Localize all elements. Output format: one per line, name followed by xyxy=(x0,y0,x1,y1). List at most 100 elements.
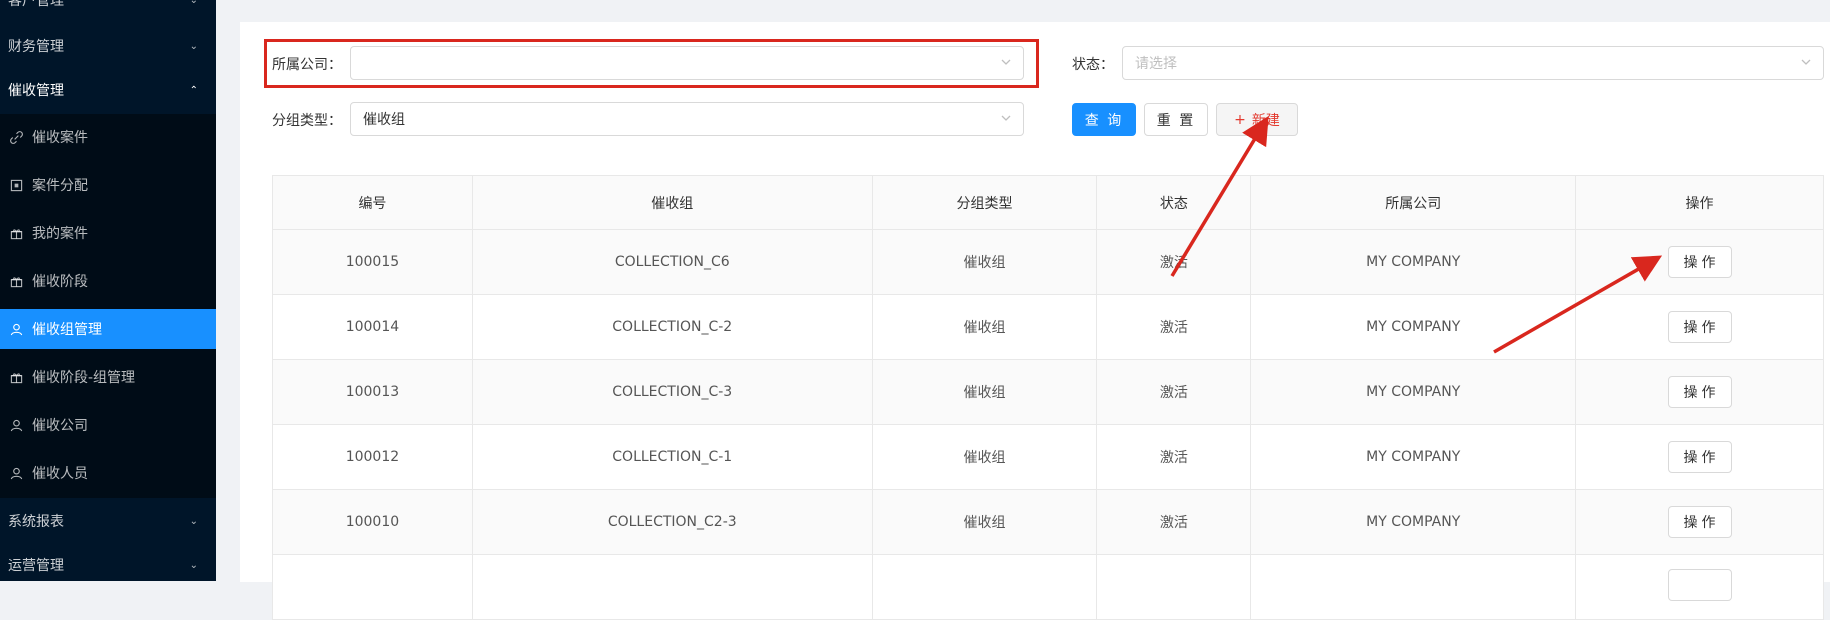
collection-group-table: 编号 催收组 分组类型 状态 所属公司 操作 100015 COLLECTION… xyxy=(272,175,1824,620)
sidebar-item-collection-company[interactable]: 催收公司 xyxy=(0,405,216,445)
new-button[interactable]: + 新建 xyxy=(1216,103,1298,136)
cell-type: 催收组 xyxy=(871,359,1098,425)
group-type-label: 分组类型： xyxy=(272,113,342,129)
column-header-group: 催收组 xyxy=(471,175,873,230)
table-row: 100013 COLLECTION_C-3 催收组 激活 MY COMPANY … xyxy=(272,359,1824,425)
sidebar-item-label: 运营管理 xyxy=(8,558,64,574)
cell-status: 激活 xyxy=(1096,489,1252,555)
column-header-id: 编号 xyxy=(272,175,473,230)
operate-button[interactable]: 操作 xyxy=(1667,246,1732,278)
cell-action: 操作 xyxy=(1575,294,1824,360)
operate-button[interactable]: 操作 xyxy=(1667,376,1732,408)
cell-type: 催收组 xyxy=(871,294,1098,360)
status-label: 状态： xyxy=(1072,57,1114,73)
cell-id: 100014 xyxy=(272,294,473,360)
column-header-type: 分组类型 xyxy=(871,175,1098,230)
group-type-select[interactable]: 催收组 xyxy=(350,102,1024,136)
cell-status: 激活 xyxy=(1096,359,1252,425)
sidebar-item-label: 客户管理 xyxy=(8,0,64,9)
gift-icon xyxy=(9,226,23,240)
sidebar-item-customer[interactable]: 客户管理 ⌄ xyxy=(0,0,216,12)
cell-company: MY COMPANY xyxy=(1250,294,1577,360)
sidebar-item-finance[interactable]: 财务管理 ⌄ xyxy=(0,26,216,66)
cell-id xyxy=(272,554,473,620)
operate-button[interactable]: 操作 xyxy=(1667,311,1732,343)
sidebar-item-label: 催收公司 xyxy=(32,418,88,434)
table-row: 100015 COLLECTION_C6 催收组 激活 MY COMPANY 操… xyxy=(272,229,1824,295)
user-icon xyxy=(9,322,23,336)
sidebar-item-case-assignment[interactable]: 案件分配 xyxy=(0,165,216,205)
cell-status: 激活 xyxy=(1096,294,1252,360)
group-type-select-value: 催收组 xyxy=(363,112,405,128)
gift-icon xyxy=(9,370,23,384)
sidebar-item-collection-stage[interactable]: 催收阶段 xyxy=(0,261,216,301)
column-header-status: 状态 xyxy=(1096,175,1252,230)
sidebar-item-reports[interactable]: 系统报表 ⌄ xyxy=(0,501,216,541)
chevron-down-icon: ⌄ xyxy=(189,559,198,571)
reset-button[interactable]: 重 置 xyxy=(1144,103,1208,136)
user-icon xyxy=(9,418,23,432)
cell-type: 催收组 xyxy=(871,424,1098,490)
cell-group: COLLECTION_C-2 xyxy=(471,294,873,360)
sidebar-item-collection-cases[interactable]: 催收案件 xyxy=(0,117,216,157)
cell-status xyxy=(1096,554,1252,620)
user-icon xyxy=(9,466,23,480)
cell-group: COLLECTION_C6 xyxy=(471,229,873,295)
annotation-highlight-box xyxy=(264,39,1039,88)
collection-submenu: 催收案件 案件分配 我的案件 催收阶段 催收组管理 催收阶段-组管理 催收公司 … xyxy=(0,114,216,498)
link-icon xyxy=(9,130,23,144)
chevron-up-icon: ⌃ xyxy=(189,84,198,96)
cell-group: COLLECTION_C-1 xyxy=(471,424,873,490)
sidebar-item-operations[interactable]: 运营管理 ⌄ xyxy=(0,545,216,581)
cell-id: 100010 xyxy=(272,489,473,555)
status-select-placeholder: 请选择 xyxy=(1135,56,1177,72)
cell-group xyxy=(471,554,873,620)
plus-icon: + xyxy=(1234,111,1246,128)
cell-status: 激活 xyxy=(1096,229,1252,295)
chevron-down-icon: ⌄ xyxy=(189,515,198,527)
cell-group: COLLECTION_C2-3 xyxy=(471,489,873,555)
chevron-down-icon: ⌄ xyxy=(189,40,198,52)
table-header-row: 编号 催收组 分组类型 状态 所属公司 操作 xyxy=(272,175,1824,230)
chevron-down-icon xyxy=(1001,115,1011,121)
cell-type xyxy=(871,554,1098,620)
cell-action: 操作 xyxy=(1575,489,1824,555)
cell-id: 100012 xyxy=(272,424,473,490)
cell-company: MY COMPANY xyxy=(1250,424,1577,490)
sidebar-item-my-cases[interactable]: 我的案件 xyxy=(0,213,216,253)
operate-button[interactable]: 操作 xyxy=(1667,506,1732,538)
table-row: 100012 COLLECTION_C-1 催收组 激活 MY COMPANY … xyxy=(272,424,1824,490)
cell-id: 100015 xyxy=(272,229,473,295)
cell-type: 催收组 xyxy=(871,229,1098,295)
sidebar-item-label: 财务管理 xyxy=(8,39,64,55)
cell-action: 操作 xyxy=(1575,229,1824,295)
query-button[interactable]: 查 询 xyxy=(1072,103,1136,136)
cell-group: COLLECTION_C-3 xyxy=(471,359,873,425)
sidebar-item-label: 催收组管理 xyxy=(32,322,102,338)
sidebar-item-label: 催收案件 xyxy=(32,130,88,146)
table-row: 100010 COLLECTION_C2-3 催收组 激活 MY COMPANY… xyxy=(272,489,1824,555)
cell-action xyxy=(1575,554,1824,620)
sidebar-item-collection-staff[interactable]: 催收人员 xyxy=(0,453,216,493)
cell-action: 操作 xyxy=(1575,424,1824,490)
sidebar-item-label: 案件分配 xyxy=(32,178,88,194)
new-button-label: 新建 xyxy=(1251,112,1280,129)
operate-button[interactable]: 操作 xyxy=(1667,441,1732,473)
sidebar-item-collection-group[interactable]: 催收组管理 xyxy=(0,309,216,349)
operate-button[interactable] xyxy=(1667,569,1732,601)
cell-type: 催收组 xyxy=(871,489,1098,555)
cell-company: MY COMPANY xyxy=(1250,229,1577,295)
sidebar-item-label: 我的案件 xyxy=(32,226,88,242)
column-header-company: 所属公司 xyxy=(1250,175,1577,230)
sidebar-item-stage-group[interactable]: 催收阶段-组管理 xyxy=(0,357,216,397)
sidebar-item-label: 催收阶段 xyxy=(32,274,88,290)
cell-action: 操作 xyxy=(1575,359,1824,425)
chevron-down-icon: ⌄ xyxy=(189,0,198,6)
table-row xyxy=(272,554,1824,620)
sidebar-item-collection[interactable]: 催收管理 ⌃ xyxy=(0,70,216,110)
assign-icon xyxy=(9,178,23,192)
cell-company xyxy=(1250,554,1577,620)
status-select[interactable]: 请选择 xyxy=(1122,46,1824,80)
sidebar-item-label: 催收阶段-组管理 xyxy=(32,370,136,386)
cell-id: 100013 xyxy=(272,359,473,425)
